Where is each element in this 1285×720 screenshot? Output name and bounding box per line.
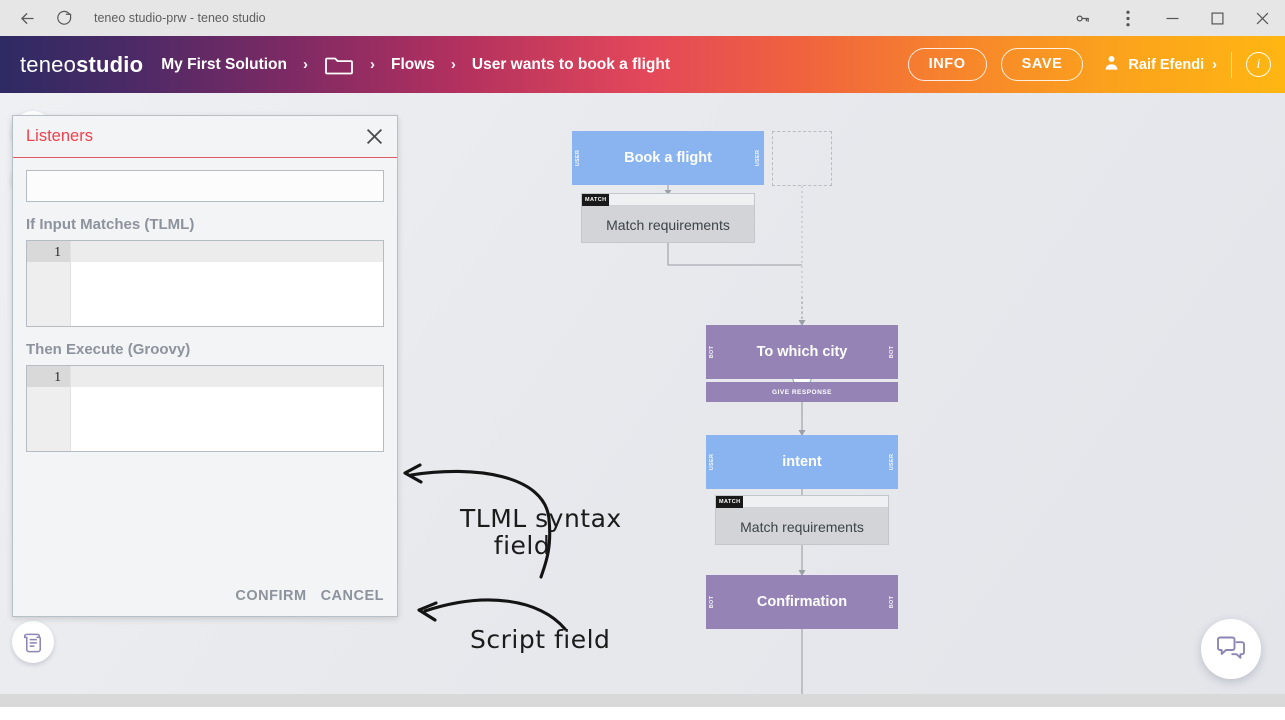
status-bar [0, 694, 1285, 707]
script-scroll-icon[interactable] [12, 621, 54, 663]
groovy-field-label: Then Execute (Groovy) [26, 341, 191, 358]
dialog-footer: CONFIRM CANCEL [13, 588, 397, 616]
close-icon[interactable] [361, 124, 387, 150]
chevron-right-icon: › [1212, 56, 1217, 73]
flow-node-side-tag-right: USER [755, 149, 761, 167]
match-box-label: Match requirements [606, 216, 730, 233]
flow-node-to-which-city[interactable]: BOT To which city BOT [706, 325, 898, 379]
folder-icon[interactable] [324, 53, 354, 77]
flow-give-response-bar[interactable]: GIVE RESPONSE [706, 382, 898, 402]
tlml-gutter: 1 [27, 241, 71, 326]
header-actions: INFO SAVE Raif Efendi › i [907, 48, 1271, 81]
groovy-gutter: 1 [27, 366, 71, 451]
tlml-syntax-field[interactable]: 1 [26, 240, 384, 327]
brand-light-text: teneo [20, 51, 77, 77]
tlml-line-number: 1 [27, 241, 70, 262]
match-badge: MATCH [582, 193, 610, 206]
dialog-header: Listeners [13, 116, 397, 158]
breadcrumb-separator: › [302, 56, 308, 73]
save-button[interactable]: SAVE [1000, 48, 1084, 81]
flow-node-side-tag-left: USER [575, 149, 581, 167]
flow-node-book-a-flight[interactable]: USER Book a flight USER [572, 131, 764, 185]
flow-node-label: To which city [756, 344, 848, 360]
groovy-active-line [71, 366, 383, 387]
window-title: teneo studio-prw - teneo studio [94, 11, 266, 25]
cancel-button[interactable]: CANCEL [321, 588, 384, 604]
window-title-bar: teneo studio-prw - teneo studio [0, 0, 1285, 36]
groovy-code-area[interactable] [71, 366, 383, 451]
maximize-icon[interactable] [1195, 0, 1240, 36]
listener-name-input[interactable] [26, 170, 384, 202]
empty-node-placeholder[interactable] [772, 131, 832, 186]
user-menu[interactable]: Raif Efendi › [1103, 54, 1217, 75]
window-nav-controls: teneo studio-prw - teneo studio [0, 3, 266, 33]
annotation-tlml-syntax-field: TLML syntax field [460, 504, 622, 560]
match-box-header: MATCH [582, 193, 754, 206]
minimize-icon[interactable] [1150, 0, 1195, 36]
back-arrow-icon[interactable] [12, 3, 42, 33]
tlml-active-line [71, 241, 383, 262]
flow-node-label: Book a flight [624, 150, 712, 166]
breadcrumb-item-flows[interactable]: Flows [391, 56, 435, 74]
listeners-dialog[interactable]: Listeners If Input Matches (TLML) 1 Then… [12, 115, 398, 617]
breadcrumb-separator-2: › [369, 56, 375, 73]
three-dot-menu-icon[interactable] [1105, 0, 1150, 36]
application-window: teneo studio-prw - teneo studio teneostu… [0, 0, 1285, 720]
window-controls [1060, 0, 1285, 36]
tlml-code-area[interactable] [71, 241, 383, 326]
breadcrumb: My First Solution › › Flows › User wants… [161, 53, 670, 77]
info-circle-icon[interactable]: i [1246, 52, 1271, 77]
flow-node-side-tag-right: BOT [889, 345, 895, 359]
breadcrumb-item-flow-name: User wants to book a flight [471, 55, 670, 73]
brand-bold-text: studio [76, 51, 144, 77]
tlml-field-label: If Input Matches (TLML) [26, 216, 195, 233]
info-button[interactable]: INFO [907, 48, 987, 81]
brand-logo[interactable]: teneostudio [20, 52, 143, 78]
annotation-script-field: Script field [470, 625, 611, 654]
dialog-body: If Input Matches (TLML) 1 Then Execute (… [13, 158, 397, 588]
chat-bubbles-icon[interactable] [1201, 619, 1261, 679]
confirm-button[interactable]: CONFIRM [235, 588, 306, 604]
close-icon[interactable] [1240, 0, 1285, 36]
user-name: Raif Efendi [1128, 56, 1205, 73]
script-field[interactable]: 1 [26, 365, 384, 452]
key-icon[interactable] [1060, 0, 1105, 36]
groovy-line-number: 1 [27, 366, 70, 387]
person-icon [1103, 54, 1120, 75]
flow-match-box-1[interactable]: MATCH Match requirements [581, 193, 755, 243]
annotation-arrows [403, 463, 567, 631]
breadcrumb-item-solution[interactable]: My First Solution [161, 56, 287, 74]
header-divider [1231, 51, 1232, 78]
flow-node-side-tag-left: BOT [709, 345, 715, 359]
breadcrumb-separator-3: › [450, 56, 456, 73]
dialog-title: Listeners [26, 127, 93, 145]
flow-canvas[interactable]: USER Book a flight USER MATCH Match requ… [0, 93, 1285, 707]
reload-icon[interactable] [48, 3, 78, 33]
app-header: teneostudio My First Solution › › Flows … [0, 36, 1285, 93]
